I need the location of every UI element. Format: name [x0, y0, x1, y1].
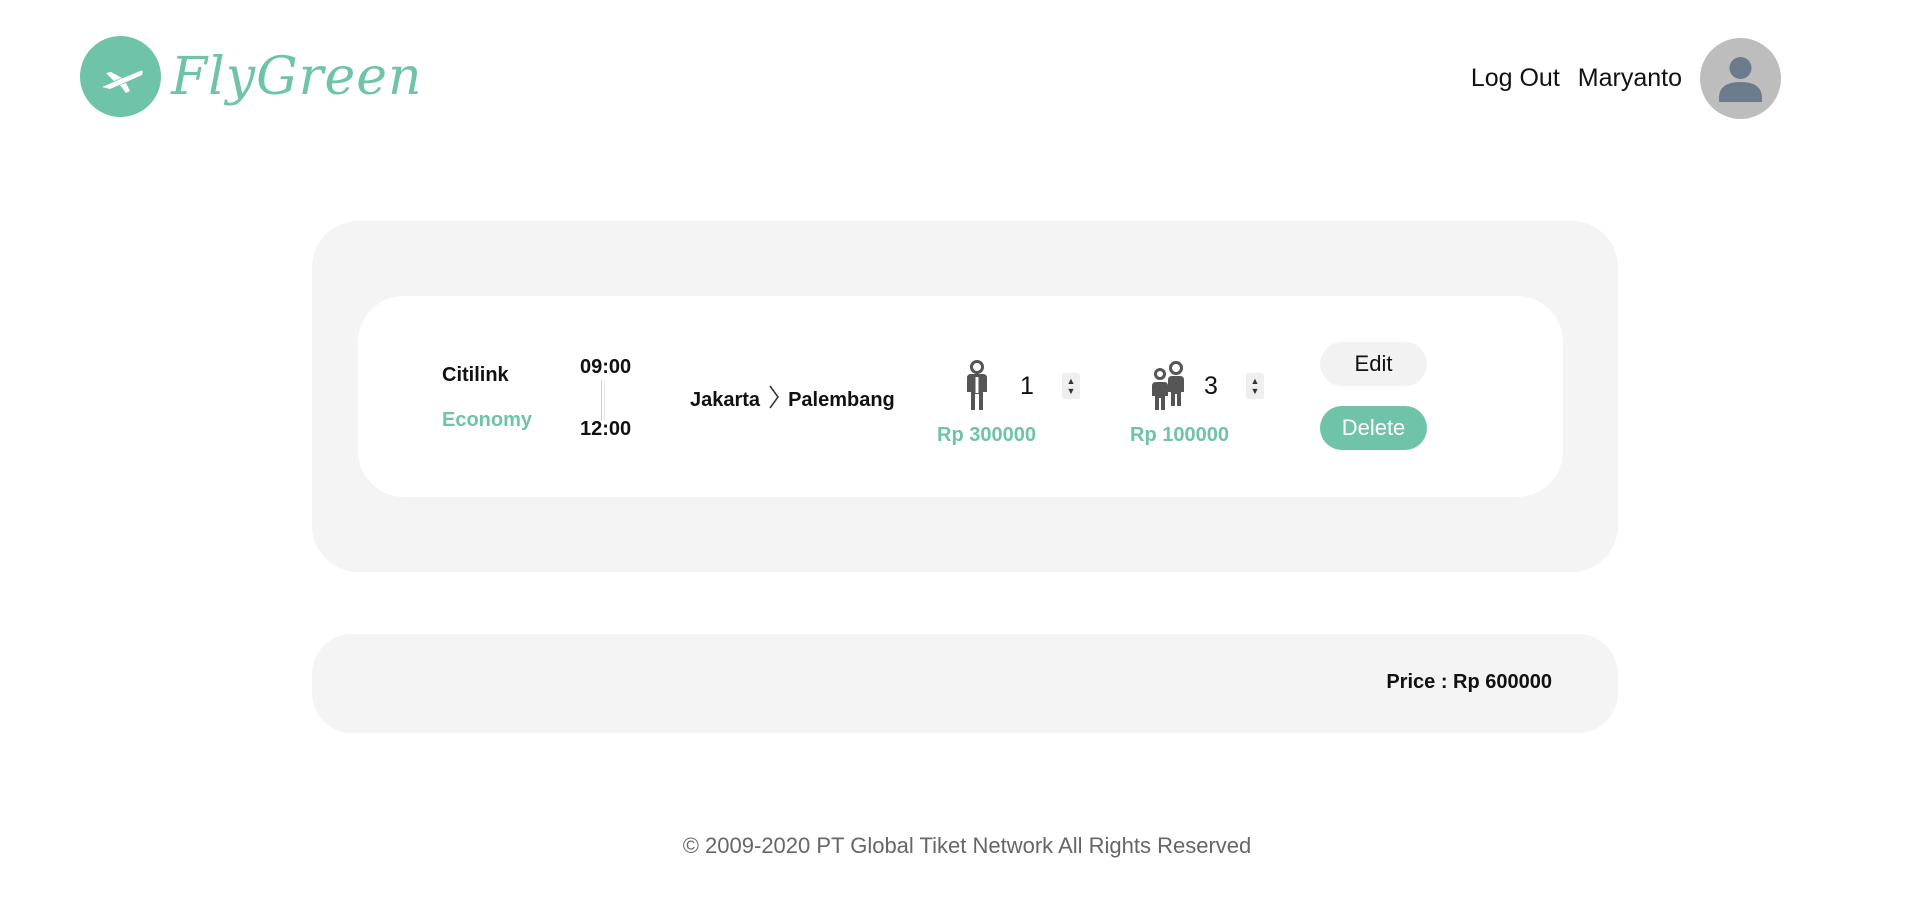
airplane-icon	[80, 36, 161, 117]
adult-passenger-group: 1 ▲ ▼	[954, 360, 1080, 412]
child-person-icon	[1146, 360, 1192, 412]
brand-name: FlyGreen	[171, 46, 423, 107]
header: FlyGreen Log Out Maryanto	[0, 0, 1917, 160]
child-count[interactable]: 3	[1204, 372, 1234, 401]
edit-button[interactable]: Edit	[1320, 342, 1427, 386]
user-name[interactable]: Maryanto	[1578, 64, 1682, 93]
adult-count[interactable]: 1	[1020, 372, 1050, 401]
chevron-right-icon	[768, 384, 780, 416]
logout-link[interactable]: Log Out	[1471, 64, 1560, 93]
child-passenger-group: 3 ▲ ▼	[1146, 360, 1264, 412]
adult-count-stepper[interactable]: ▲ ▼	[1062, 373, 1080, 399]
user-nav: Log Out Maryanto	[1471, 38, 1781, 119]
user-silhouette-icon	[1719, 57, 1762, 102]
adult-person-icon	[954, 360, 1000, 412]
stepper-down-icon[interactable]: ▼	[1067, 386, 1076, 396]
child-price: Rp 100000	[1130, 424, 1229, 446]
flight-class: Economy	[442, 409, 533, 431]
departure-time: 09:00	[580, 356, 632, 378]
origin-city: Jakarta	[690, 388, 761, 411]
delete-button[interactable]: Delete	[1320, 406, 1427, 450]
stepper-up-icon[interactable]: ▲	[1251, 376, 1260, 386]
brand-logo[interactable]: FlyGreen	[80, 36, 423, 117]
avatar[interactable]	[1700, 38, 1781, 119]
arrival-time: 12:00	[580, 418, 632, 440]
airline-name: Citilink	[442, 364, 509, 386]
child-count-stepper[interactable]: ▲ ▼	[1246, 373, 1264, 399]
adult-price: Rp 300000	[937, 424, 1036, 446]
flight-route: Jakarta Palembang	[690, 384, 895, 416]
destination-city: Palembang	[788, 388, 895, 411]
footer-copyright: © 2009-2020 PT Global Tiket Network All …	[682, 833, 1252, 858]
stepper-down-icon[interactable]: ▼	[1251, 386, 1260, 396]
total-price: Price : Rp 600000	[1386, 671, 1552, 693]
time-divider	[601, 380, 605, 420]
stepper-up-icon[interactable]: ▲	[1067, 376, 1076, 386]
price-summary: Price : Rp 600000	[312, 634, 1618, 733]
